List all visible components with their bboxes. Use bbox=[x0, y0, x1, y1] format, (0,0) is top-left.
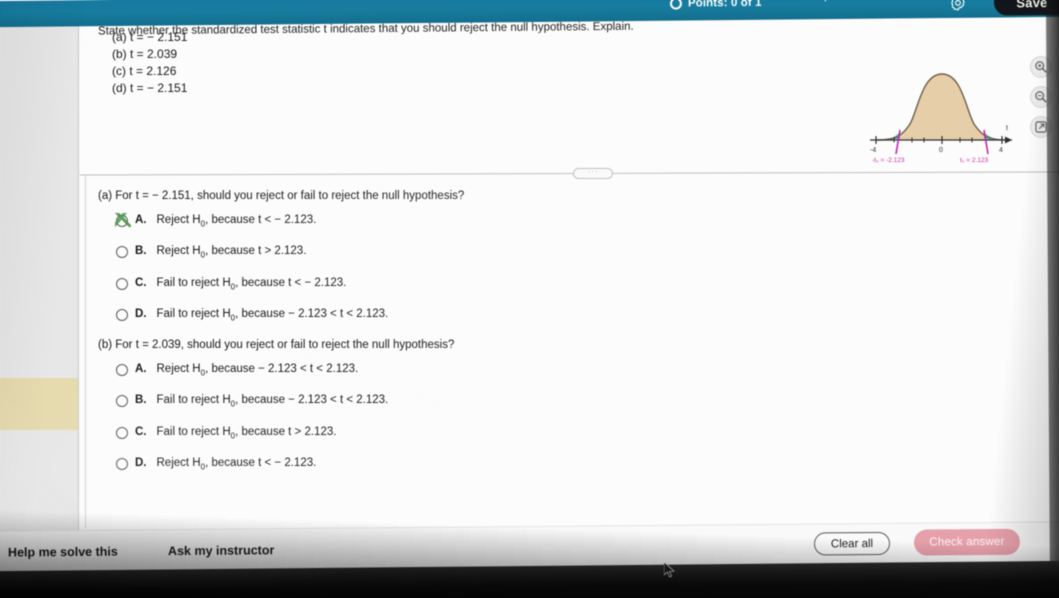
axis-left-tick-label: -4 bbox=[870, 147, 876, 154]
part-a-option-b[interactable]: B. Reject H0, because t > 2.123. bbox=[92, 245, 792, 260]
option-letter: A. bbox=[135, 363, 147, 376]
points-indicator: Points: 0 of 1 bbox=[669, 0, 762, 10]
part-b-option-d[interactable]: D. Reject H0, because t < − 2.123. bbox=[92, 457, 792, 471]
option-subscript: 0 bbox=[200, 462, 206, 472]
option-subscript: 0 bbox=[200, 250, 206, 260]
radio-icon[interactable] bbox=[116, 426, 128, 439]
radio-icon[interactable] bbox=[116, 246, 128, 259]
option-subscript: 0 bbox=[230, 399, 236, 409]
save-button-label: Save bbox=[1016, 0, 1048, 10]
part-a-option-c[interactable]: C. Fail to reject H0, because t < − 2.123… bbox=[92, 277, 792, 291]
panel-splitter-handle[interactable]: ··· bbox=[573, 168, 613, 179]
splitter-handle-dots: ··· bbox=[587, 167, 599, 176]
radio-icon[interactable] bbox=[116, 458, 128, 471]
right-critical-value-label: t₀ = 2.123 bbox=[960, 157, 989, 164]
option-subscript: 0 bbox=[230, 431, 236, 441]
question-given-values: (a) t = − 2.151 (b) t = 2.039 (c) t = 2.… bbox=[112, 29, 187, 97]
circle-icon bbox=[669, 0, 683, 10]
part-b-prompt: (b) For t = 2.039, should you reject or … bbox=[98, 339, 455, 352]
option-letter: B. bbox=[135, 245, 147, 258]
points-label: Points: 0 of 1 bbox=[687, 0, 762, 10]
part-b: (b) For t = 2.039, should you reject or … bbox=[92, 339, 792, 471]
given-value-a: (a) t = − 2.151 bbox=[112, 30, 188, 44]
screen-photo: of 60 points Points: 0 of 1 Save State w… bbox=[0, 0, 1059, 598]
points-total-ghost-text: of 60 points bbox=[794, 0, 858, 2]
axis-variable-label: t bbox=[1006, 125, 1008, 132]
option-letter: A. bbox=[135, 214, 147, 226]
option-text: Fail to reject H0, because − 2.123 < t <… bbox=[156, 394, 389, 409]
radio-icon[interactable] bbox=[116, 308, 128, 321]
left-critical-value-label: -t₀ = -2.123 bbox=[872, 157, 905, 164]
option-letter: D. bbox=[135, 457, 147, 470]
left-rail bbox=[0, 6, 78, 566]
part-b-option-a[interactable]: A. Reject H0, because − 2.123 < t < 2.123… bbox=[92, 363, 792, 377]
check-answer-label: Check answer bbox=[929, 535, 1005, 549]
option-letter: C. bbox=[135, 425, 147, 438]
option-text: Fail to reject H0, because − 2.123 < t <… bbox=[156, 307, 389, 323]
help-me-solve-this-link[interactable]: Help me solve this bbox=[8, 545, 118, 560]
option-letter: B. bbox=[135, 394, 147, 407]
ask-my-instructor-link[interactable]: Ask my instructor bbox=[168, 543, 274, 558]
radio-icon[interactable] bbox=[116, 395, 128, 408]
t-distribution-curve: -4 0 4 t -t₀ = -2.123 t₀ = 2.123 bbox=[862, 40, 1022, 165]
rail-divider bbox=[78, 4, 79, 554]
part-b-option-c[interactable]: C. Fail to reject H0, because t > 2.123. bbox=[92, 426, 792, 440]
option-letter: C. bbox=[135, 276, 147, 289]
part-a-option-d[interactable]: D. Fail to reject H0, because − 2.123 < t… bbox=[92, 308, 792, 322]
check-answer-button[interactable]: Check answer bbox=[913, 528, 1021, 556]
given-value-d: (d) t = − 2.151 bbox=[112, 81, 188, 96]
option-text: Reject H0, because t < − 2.123. bbox=[156, 214, 317, 229]
part-a: (a) For t = − 2.151, should you reject o… bbox=[92, 190, 792, 322]
given-value-b: (b) t = 2.039 bbox=[112, 47, 178, 62]
clear-all-button[interactable]: Clear all bbox=[813, 531, 891, 556]
radio-icon[interactable] bbox=[116, 277, 128, 290]
option-subscript: 0 bbox=[200, 368, 206, 378]
axis-right-tick-label: 4 bbox=[999, 147, 1003, 154]
radio-icon[interactable] bbox=[116, 364, 128, 377]
option-text: Fail to reject H0, because t < − 2.123. bbox=[156, 276, 347, 291]
option-text: Reject H0, because − 2.123 < t < 2.123. bbox=[156, 363, 359, 378]
option-text: Fail to reject H0, because t > 2.123. bbox=[156, 425, 337, 441]
gear-icon[interactable] bbox=[949, 0, 967, 12]
part-b-option-b[interactable]: B. Fail to reject H0, because − 2.123 < t… bbox=[92, 394, 792, 409]
option-letter: D. bbox=[135, 307, 147, 320]
radio-selected-check-icon[interactable] bbox=[115, 213, 131, 227]
clear-all-label: Clear all bbox=[830, 537, 874, 550]
highlight-block bbox=[0, 378, 78, 430]
option-text: Reject H0, because t > 2.123. bbox=[156, 245, 307, 260]
option-subscript: 0 bbox=[230, 281, 236, 291]
given-value-c: (c) t = 2.126 bbox=[112, 64, 177, 79]
part-a-prompt: (a) For t = − 2.151, should you reject o… bbox=[98, 190, 465, 202]
body-left-separator bbox=[85, 176, 86, 528]
mouse-cursor bbox=[663, 561, 676, 585]
option-subscript: 0 bbox=[200, 219, 206, 229]
option-text: Reject H0, because t < − 2.123. bbox=[156, 457, 317, 472]
option-subscript: 0 bbox=[230, 313, 236, 323]
answer-body: (a) For t = − 2.151, should you reject o… bbox=[92, 190, 792, 488]
part-a-option-a[interactable]: A. Reject H0, because t < − 2.123. bbox=[92, 213, 792, 229]
axis-center-tick-label: 0 bbox=[939, 147, 943, 154]
